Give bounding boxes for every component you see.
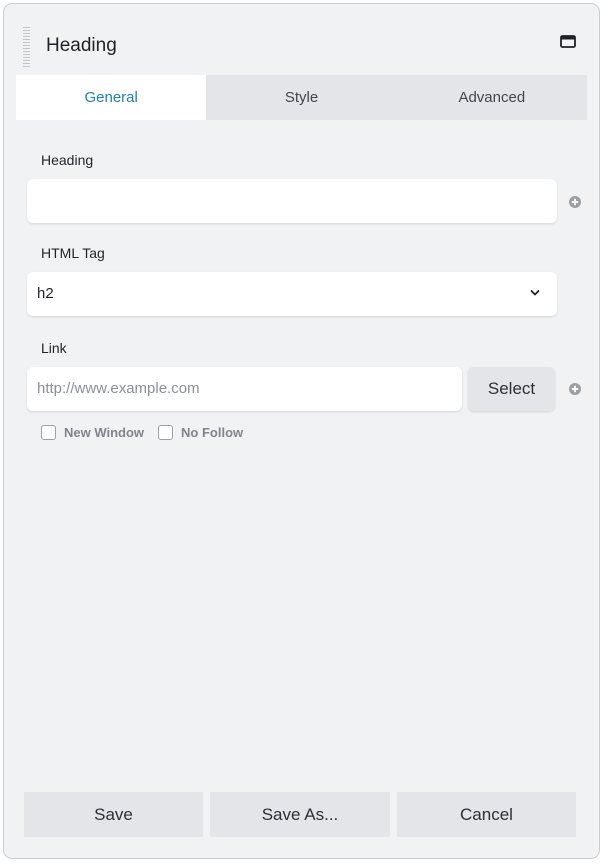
html-tag-select[interactable]: h2: [27, 272, 557, 316]
no-follow-checkbox[interactable]: [158, 425, 174, 440]
link-url-input[interactable]: http://www.example.com: [27, 367, 462, 411]
new-window-label: New Window: [64, 425, 145, 440]
tab-bar: General Style Advanced: [16, 75, 587, 120]
html-tag-selected-value: h2: [37, 285, 54, 302]
new-window-checkbox[interactable]: [41, 425, 56, 440]
tab-advanced[interactable]: Advanced: [397, 75, 587, 120]
link-field-label: Link: [41, 340, 67, 356]
add-connection-icon[interactable]: [569, 383, 581, 395]
link-select-button[interactable]: Select: [468, 367, 555, 411]
tab-style[interactable]: Style: [206, 75, 396, 120]
link-url-placeholder: http://www.example.com: [37, 380, 200, 397]
panel-title: Heading: [46, 35, 117, 56]
cancel-button[interactable]: Cancel: [397, 792, 576, 837]
save-button[interactable]: Save: [24, 792, 203, 837]
html-tag-field-label: HTML Tag: [41, 245, 105, 261]
add-connection-icon[interactable]: [569, 196, 581, 208]
maximize-window-icon[interactable]: [560, 35, 576, 48]
drag-handle-icon[interactable]: [23, 27, 30, 67]
link-options: New Window No Follow: [41, 425, 257, 440]
panel-header[interactable]: Heading: [4, 4, 599, 75]
no-follow-label: No Follow: [181, 425, 244, 440]
tab-general[interactable]: General: [16, 75, 207, 120]
no-follow-option[interactable]: No Follow: [158, 425, 243, 440]
save-as-button[interactable]: Save As...: [210, 792, 390, 837]
heading-field-label: Heading: [41, 152, 94, 168]
chevron-down-icon: [530, 290, 540, 296]
new-window-option[interactable]: New Window: [41, 425, 144, 440]
heading-input[interactable]: [27, 179, 557, 223]
heading-settings-panel: Heading General Style Advanced Heading H…: [3, 3, 600, 859]
